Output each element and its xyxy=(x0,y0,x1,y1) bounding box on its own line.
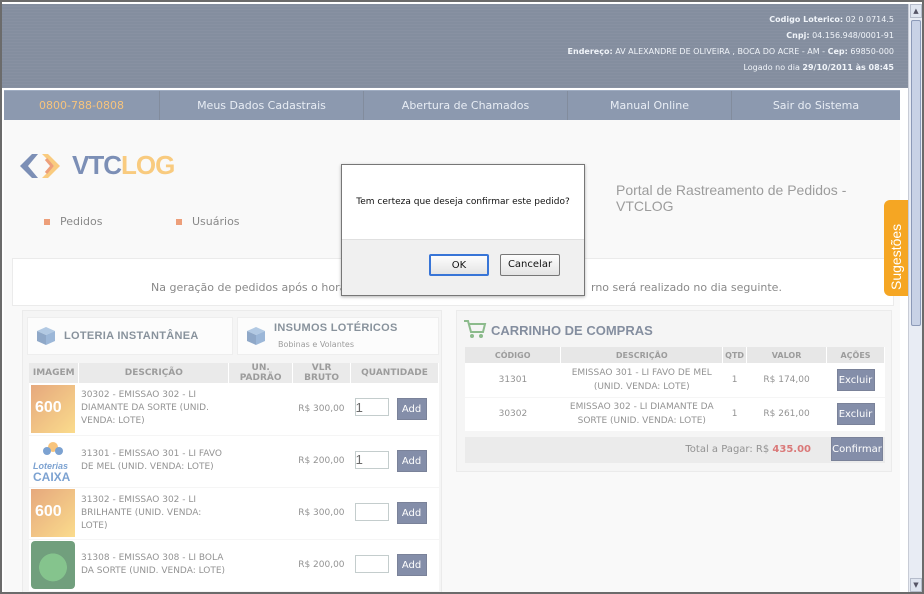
scroll-down-icon[interactable]: ▼ xyxy=(910,578,922,592)
dialog-message: Tem certeza que deseja confirmar este pe… xyxy=(356,197,570,207)
confirm-dialog: Tem certeza que deseja confirmar este pe… xyxy=(341,164,585,296)
modal-overlay xyxy=(2,2,908,592)
dialog-footer: OK Cancelar xyxy=(342,239,584,295)
dialog-ok-button[interactable]: OK xyxy=(429,254,489,276)
sugestoes-tab[interactable]: Sugestões xyxy=(884,200,908,296)
scroll-up-icon[interactable]: ▲ xyxy=(910,4,922,18)
browser-window: Codigo Loterico: 02 0 0714.5 Cnpj: 04.15… xyxy=(0,0,924,594)
vertical-scrollbar[interactable]: ▲ ▼ xyxy=(908,4,922,592)
sugestoes-label: Sugestões xyxy=(888,223,904,290)
scroll-thumb[interactable] xyxy=(911,20,921,326)
dialog-cancel-button[interactable]: Cancelar xyxy=(500,254,560,276)
